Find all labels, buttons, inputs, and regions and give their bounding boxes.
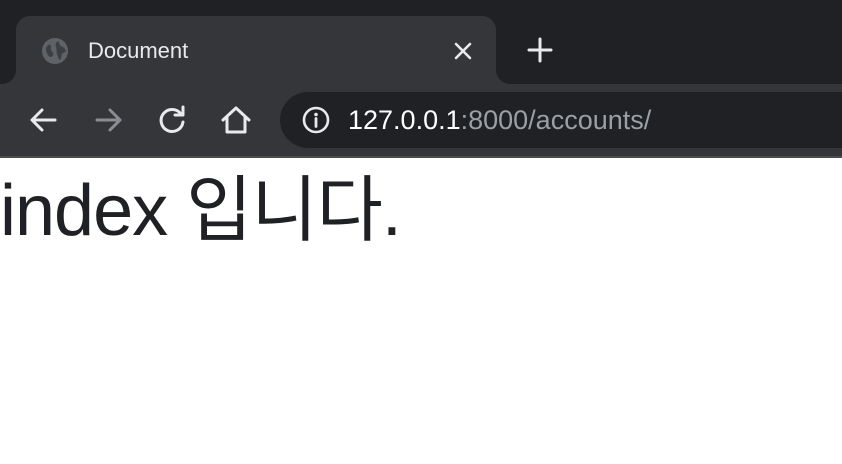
- tab-title: Document: [88, 38, 189, 63]
- tab-corner-right: [496, 70, 512, 84]
- close-icon[interactable]: [448, 36, 478, 66]
- page-heading: index 입니다.: [0, 171, 402, 251]
- home-button[interactable]: [218, 102, 254, 138]
- url-text[interactable]: 127.0.0.1:8000/accounts/: [348, 92, 651, 148]
- address-bar[interactable]: 127.0.0.1:8000/accounts/: [280, 92, 842, 148]
- browser-window: Document 127.0.0.1:8000/accounts/ index …: [0, 0, 842, 464]
- toolbar: 127.0.0.1:8000/accounts/: [0, 84, 842, 156]
- forward-button[interactable]: [90, 102, 126, 138]
- info-icon[interactable]: [302, 106, 330, 134]
- page-content: index 입니다.: [0, 158, 842, 464]
- tab-strip: Document: [0, 0, 842, 84]
- url-host: 127.0.0.1: [348, 105, 461, 135]
- plus-icon: [527, 37, 553, 63]
- home-icon: [221, 106, 251, 134]
- arrow-left-icon: [30, 108, 57, 132]
- url-path: :8000/accounts/: [460, 105, 652, 135]
- arrow-right-icon: [95, 108, 122, 132]
- tab-document[interactable]: Document: [16, 16, 496, 84]
- reload-icon: [159, 105, 185, 133]
- tab-corner-left: [0, 70, 16, 84]
- back-button[interactable]: [26, 102, 62, 138]
- reload-button[interactable]: [154, 102, 190, 138]
- new-tab-button[interactable]: [524, 34, 556, 66]
- globe-icon: [40, 36, 70, 66]
